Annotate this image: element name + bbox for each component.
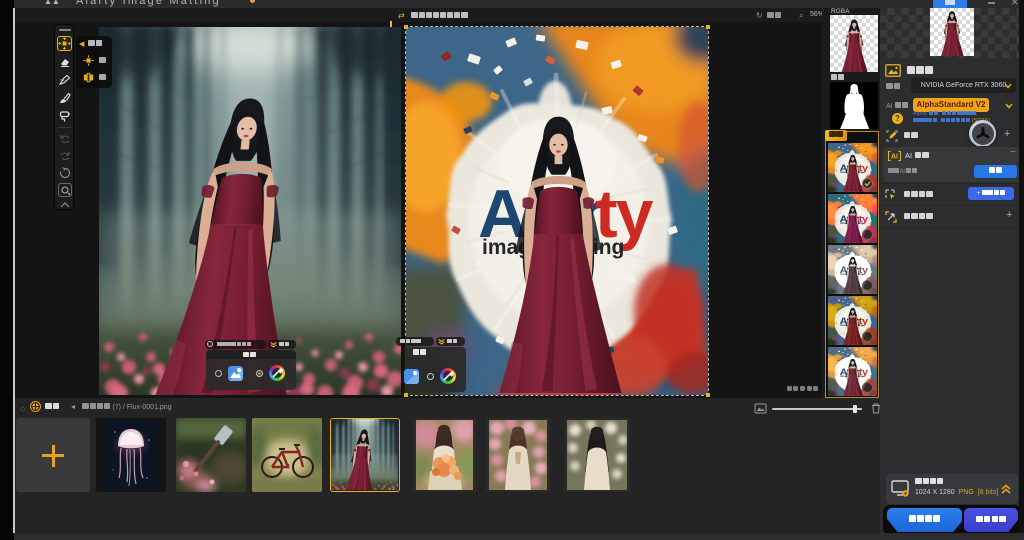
svg-text:AI: AI	[891, 154, 898, 161]
